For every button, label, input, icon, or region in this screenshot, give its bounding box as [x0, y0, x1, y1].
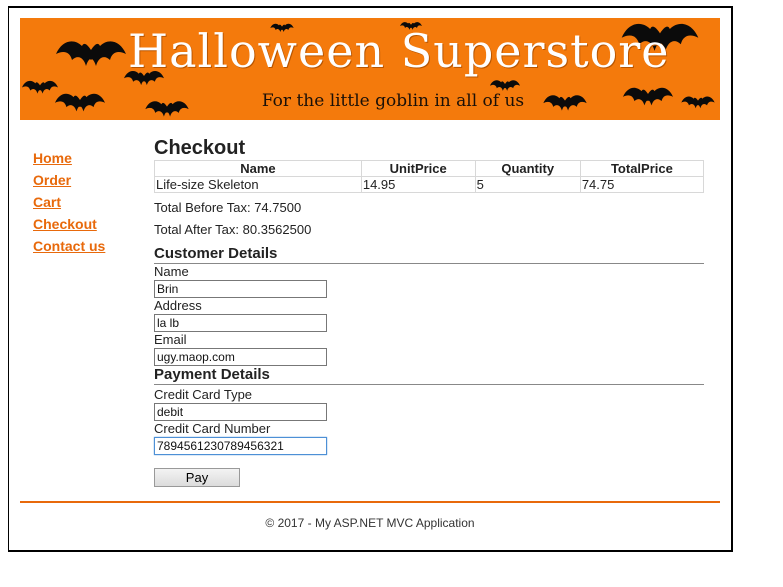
total-before-tax: Total Before Tax: 74.7500	[154, 200, 302, 215]
bat-icon	[56, 41, 126, 66]
column-header: UnitPrice	[360, 160, 476, 177]
card-number-field[interactable]	[154, 437, 327, 455]
table-row: Life-size Skeleton 14.95 5 74.75	[154, 176, 705, 193]
column-header: Quantity	[474, 160, 581, 177]
email-field[interactable]	[154, 348, 327, 366]
table-cell-quantity: 5	[474, 176, 581, 193]
footer-divider	[20, 501, 720, 503]
bat-icon	[623, 87, 673, 106]
card-number-label: Credit Card Number	[154, 421, 271, 436]
side-nav: Home Order Cart Checkout Contact us	[33, 150, 105, 260]
nav-link-contact[interactable]: Contact us	[33, 238, 105, 260]
checkout-main: Checkout Name UnitPrice Quantity TotalPr…	[154, 136, 705, 487]
page-title: Checkout	[154, 137, 246, 159]
footer-text: © 2017 - My ASP.NET MVC Application	[265, 516, 475, 530]
card-type-field[interactable]	[154, 403, 327, 421]
bat-icon	[681, 96, 715, 109]
card-type-label: Credit Card Type	[154, 387, 253, 402]
column-header: Name	[154, 160, 362, 177]
nav-link-order[interactable]: Order	[33, 172, 105, 194]
address-label: Address	[154, 298, 202, 313]
bat-icon	[145, 101, 189, 117]
banner-title: Halloween Superstore	[128, 24, 670, 78]
nav-link-cart[interactable]: Cart	[33, 194, 105, 216]
banner-subtitle: For the little goblin in all of us	[261, 91, 525, 111]
table-header-row: Name UnitPrice Quantity TotalPrice	[154, 160, 705, 177]
table-cell-total-price: 74.75	[579, 176, 705, 193]
pay-button[interactable]: Pay	[154, 468, 240, 487]
nav-link-checkout[interactable]: Checkout	[33, 216, 105, 238]
table-cell-unit-price: 14.95	[360, 176, 476, 193]
name-field[interactable]	[154, 280, 327, 298]
total-after-tax: Total After Tax: 80.3562500	[154, 222, 312, 237]
email-label: Email	[154, 332, 187, 347]
nav-link-home[interactable]: Home	[33, 150, 105, 172]
cart-table: Name UnitPrice Quantity TotalPrice Life-…	[154, 160, 705, 193]
column-header: TotalPrice	[579, 160, 705, 177]
name-label: Name	[154, 264, 189, 279]
customer-details-heading: Customer Details	[154, 245, 704, 264]
address-field[interactable]	[154, 314, 327, 332]
payment-details-heading: Payment Details	[154, 366, 704, 385]
banner: Halloween Superstore For the little gobl…	[20, 18, 720, 120]
bat-icon	[55, 93, 105, 112]
table-cell-name: Life-size Skeleton	[154, 176, 362, 193]
